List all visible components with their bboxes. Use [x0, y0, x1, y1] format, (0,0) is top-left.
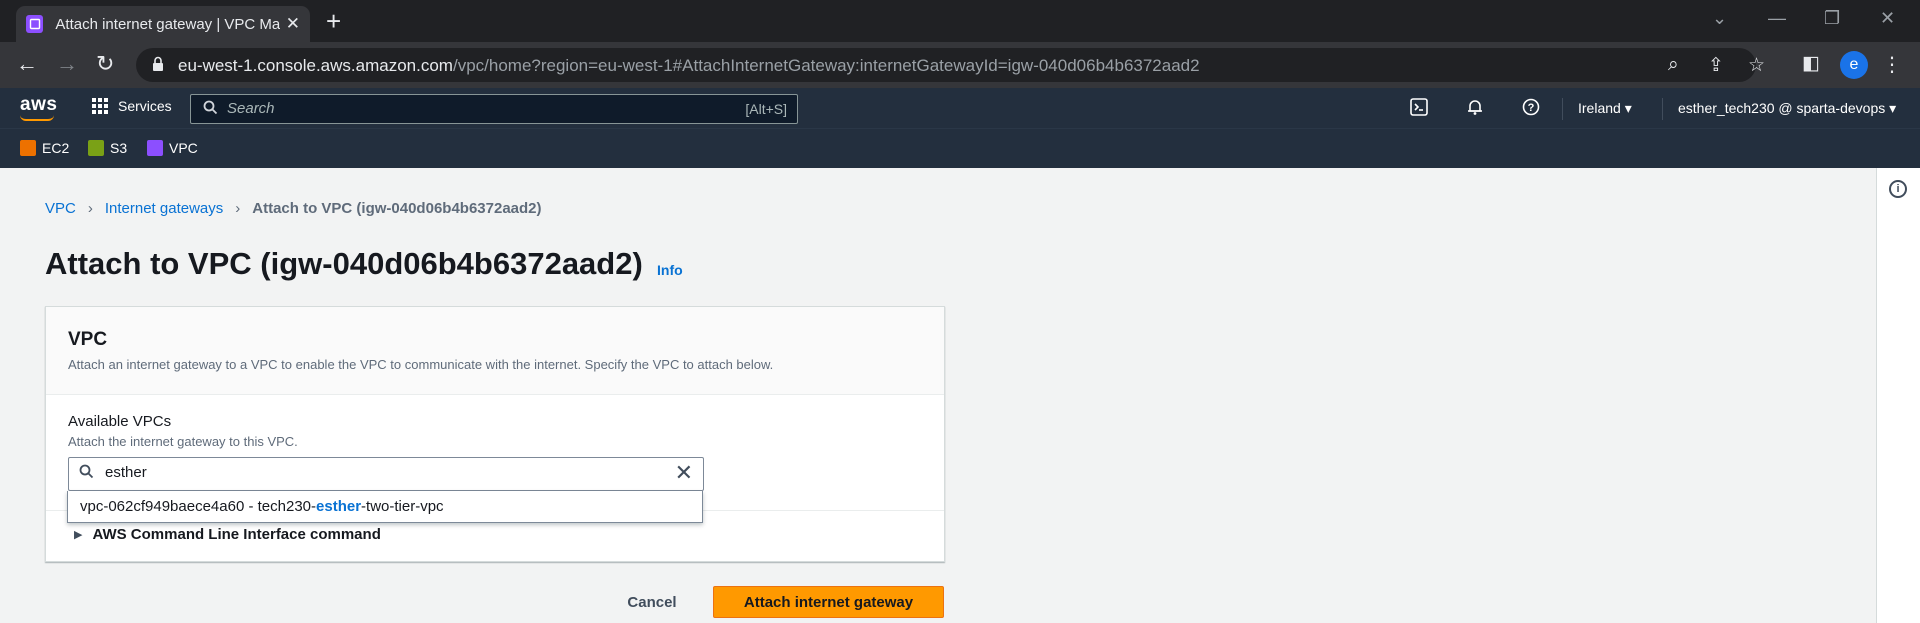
section-title: VPC	[68, 329, 108, 350]
aws-search-input[interactable]	[227, 100, 707, 117]
header-divider	[1562, 98, 1563, 120]
notifications-bell-icon[interactable]	[1466, 98, 1484, 121]
side-panel-icon[interactable]: ◧	[1802, 52, 1820, 75]
url-text: eu-west-1.console.aws.amazon.com/vpc/hom…	[178, 56, 1200, 75]
minimize-icon[interactable]: —	[1768, 8, 1786, 29]
main-content: VPC › Internet gateways › Attach to VPC …	[0, 168, 1876, 623]
vpc-option[interactable]: vpc-062cf949baece4a60 - tech230-esther-t…	[80, 498, 444, 515]
favorite-ec2[interactable]: EC2	[20, 140, 69, 156]
vpc-favicon-icon	[26, 15, 44, 33]
services-menu-button[interactable]: Services	[92, 98, 172, 114]
aws-search-box[interactable]: [Alt+S]	[190, 94, 798, 124]
reload-icon[interactable]: ↻	[96, 52, 114, 76]
help-panel-rail: i	[1876, 168, 1920, 623]
vpc-icon	[147, 140, 163, 156]
info-link[interactable]: Info	[657, 262, 683, 278]
s3-icon	[88, 140, 104, 156]
breadcrumb-current: Attach to VPC (igw-040d06b4b6372aad2)	[252, 200, 542, 217]
favorites-bar: EC2 S3 VPC	[0, 128, 1920, 168]
available-vpcs-description: Attach the internet gateway to this VPC.	[68, 434, 298, 449]
browser-menu-icon[interactable]: ⋮	[1882, 52, 1902, 77]
region-selector[interactable]: Ireland ▾	[1578, 100, 1632, 117]
aws-top-nav: aws Services [Alt+S] ? Ireland ▾ esther_…	[0, 88, 1920, 128]
address-bar[interactable]: eu-west-1.console.aws.amazon.com/vpc/hom…	[136, 48, 1765, 82]
svg-text:?: ?	[1528, 102, 1535, 114]
zoom-icon[interactable]: ⌕	[1668, 54, 1679, 76]
vpc-dropdown-list: vpc-062cf949baece4a60 - tech230-esther-t…	[67, 491, 703, 523]
grid-icon	[92, 98, 108, 114]
account-menu[interactable]: esther_tech230 @ sparta-devops ▾	[1678, 100, 1896, 117]
vpc-search-input[interactable]	[105, 464, 645, 481]
browser-tab[interactable]: Attach internet gateway | VPC Ma ✕	[16, 6, 310, 42]
browser-tab-strip: Attach internet gateway | VPC Ma ✕ + ⌄ —…	[0, 0, 1920, 42]
aws-logo[interactable]: aws	[20, 94, 57, 116]
vpc-container: VPC Attach an internet gateway to a VPC …	[45, 306, 945, 562]
section-description: Attach an internet gateway to a VPC to e…	[68, 357, 774, 372]
container-header: VPC Attach an internet gateway to a VPC …	[46, 307, 944, 395]
search-icon	[79, 464, 94, 484]
ec2-icon	[20, 140, 36, 156]
info-icon[interactable]: i	[1889, 180, 1907, 198]
lock-icon	[152, 56, 164, 72]
chevron-right-icon: ›	[87, 200, 93, 217]
forward-icon[interactable]: →	[56, 52, 78, 76]
bookmark-star-icon[interactable]: ☆	[1748, 54, 1765, 77]
tab-title: Attach internet gateway | VPC Ma	[55, 15, 280, 33]
favorite-s3[interactable]: S3	[88, 140, 127, 156]
breadcrumb-internet-gateways[interactable]: Internet gateways	[105, 200, 223, 217]
browser-toolbar: ← → ↻ eu-west-1.console.aws.amazon.com/v…	[0, 42, 1920, 88]
favorite-vpc[interactable]: VPC	[147, 140, 198, 156]
profile-avatar[interactable]: e	[1840, 51, 1868, 79]
header-divider	[1662, 98, 1663, 120]
cli-command-label: AWS Command Line Interface command	[92, 526, 381, 543]
close-window-icon[interactable]: ✕	[1880, 8, 1895, 29]
tab-search-icon[interactable]: ⌄	[1712, 8, 1727, 29]
aws-logo-smile	[20, 115, 54, 121]
search-icon	[203, 100, 218, 119]
available-vpcs-combobox[interactable]: ✕	[68, 457, 704, 491]
back-icon[interactable]: ←	[16, 52, 38, 76]
breadcrumb-vpc[interactable]: VPC	[45, 200, 76, 217]
new-tab-icon[interactable]: +	[326, 8, 341, 34]
attach-internet-gateway-button[interactable]: Attach internet gateway	[713, 586, 944, 618]
chevron-right-icon: ›	[235, 200, 241, 217]
restore-icon[interactable]: ❐	[1824, 8, 1840, 29]
cloudshell-icon[interactable]	[1410, 98, 1428, 121]
breadcrumb: VPC › Internet gateways › Attach to VPC …	[45, 200, 542, 217]
caret-right-icon: ▶	[74, 529, 83, 541]
clear-input-icon[interactable]: ✕	[675, 461, 693, 485]
close-tab-icon[interactable]: ✕	[286, 14, 300, 34]
cli-command-expander[interactable]: ▶ AWS Command Line Interface command	[74, 526, 381, 543]
help-icon[interactable]: ?	[1522, 98, 1540, 121]
cancel-button[interactable]: Cancel	[602, 586, 702, 618]
share-icon[interactable]: ⇪	[1708, 54, 1724, 77]
services-label: Services	[118, 98, 172, 114]
available-vpcs-label: Available VPCs	[68, 413, 172, 430]
search-shortcut-hint: [Alt+S]	[745, 101, 787, 117]
page-title: Attach to VPC (igw-040d06b4b6372aad2)	[45, 246, 643, 281]
